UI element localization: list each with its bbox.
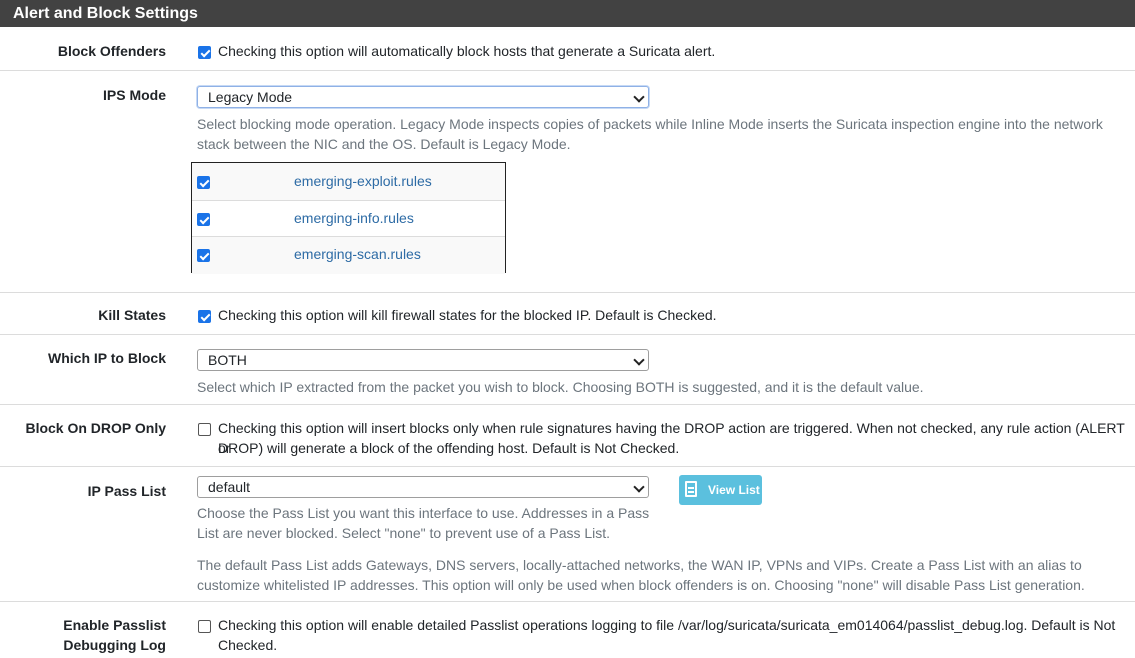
which-ip-select[interactable]: BOTH — [197, 349, 649, 371]
block-drop-checkbox[interactable] — [198, 423, 211, 436]
rule-link[interactable]: emerging-scan.rules — [294, 245, 421, 263]
view-list-button-label: View List — [708, 483, 760, 497]
pass-list-select[interactable]: default — [197, 476, 649, 498]
pass-list-help-2: List are never blocked. Select "none" to… — [197, 525, 611, 541]
ips-mode-help-1: Select blocking mode operation. Legacy M… — [197, 116, 1103, 132]
rule-checkbox[interactable] — [197, 249, 210, 262]
row-passlist-debug: Enable Passlist Debugging Log Checking t… — [0, 602, 1135, 658]
row-block-drop: Block On DROP Only Checking this option … — [0, 405, 1135, 467]
pass-list-help-1: Choose the Pass List you want this inter… — [197, 505, 650, 521]
block-offenders-label: Block Offenders — [57, 43, 166, 59]
which-ip-select-value: BOTH — [208, 352, 247, 368]
pass-list-note-1: The default Pass List adds Gateways, DNS… — [197, 557, 1082, 573]
pass-list-label: IP Pass List — [87, 483, 166, 499]
document-icon — [685, 481, 697, 497]
kill-states-label: Kill States — [98, 307, 166, 323]
block-offenders-text: Checking this option will automatically … — [218, 43, 716, 59]
kill-states-checkbox[interactable] — [198, 310, 211, 323]
ips-mode-select[interactable]: Legacy Mode — [197, 86, 649, 108]
panel-title: Alert and Block Settings — [13, 5, 198, 22]
kill-states-text: Checking this option will kill firewall … — [218, 307, 717, 323]
passlist-debug-text-1: Checking this option will enable detaile… — [218, 617, 1116, 633]
rule-link[interactable]: emerging-info.rules — [294, 209, 414, 227]
passlist-debug-text-2: Checked. — [218, 637, 278, 653]
ips-mode-select-value: Legacy Mode — [208, 89, 293, 105]
rule-checkbox[interactable] — [197, 176, 210, 189]
block-drop-label: Block On DROP Only — [25, 420, 166, 436]
chevron-down-icon — [633, 354, 645, 366]
rule-row: emerging-exploit.rules — [192, 163, 505, 200]
passlist-debug-checkbox[interactable] — [198, 620, 211, 633]
ips-mode-help-2: stack between the NIC and the OS. Defaul… — [197, 136, 571, 152]
view-list-button[interactable]: View List — [679, 475, 762, 505]
ips-mode-label: IPS Mode — [102, 87, 166, 103]
which-ip-label: Which IP to Block — [48, 350, 166, 366]
which-ip-help: Select which IP extracted from the packe… — [197, 379, 924, 395]
row-block-offenders: Block Offenders Checking this option wil… — [0, 27, 1135, 71]
pass-list-select-value: default — [208, 479, 251, 495]
rule-row: emerging-scan.rules — [192, 237, 505, 274]
rule-row: emerging-info.rules — [192, 200, 505, 237]
row-pass-list: IP Pass List default View List Choose th… — [0, 467, 1135, 602]
pass-list-note-2: customize whitelisted IP addresses. This… — [197, 577, 1085, 593]
rule-link[interactable]: emerging-exploit.rules — [294, 172, 432, 190]
row-kill-states: Kill States Checking this option will ki… — [0, 293, 1135, 335]
row-ips-mode: IPS Mode Legacy Mode Select blocking mod… — [0, 71, 1135, 293]
row-which-ip: Which IP to Block BOTH Select which IP e… — [0, 335, 1135, 405]
rule-checkbox[interactable] — [197, 213, 210, 226]
rules-table: emerging-exploit.rules emerging-info.rul… — [191, 162, 506, 274]
chevron-down-icon — [633, 481, 645, 493]
passlist-debug-label-2: Debugging Log — [63, 637, 166, 653]
chevron-down-icon — [633, 91, 645, 103]
panel-heading: Alert and Block Settings — [0, 0, 1135, 27]
block-offenders-checkbox[interactable] — [198, 46, 211, 59]
block-drop-text-2: DROP) will generate a block of the offen… — [218, 440, 680, 456]
passlist-debug-label-1: Enable Passlist — [63, 617, 166, 633]
